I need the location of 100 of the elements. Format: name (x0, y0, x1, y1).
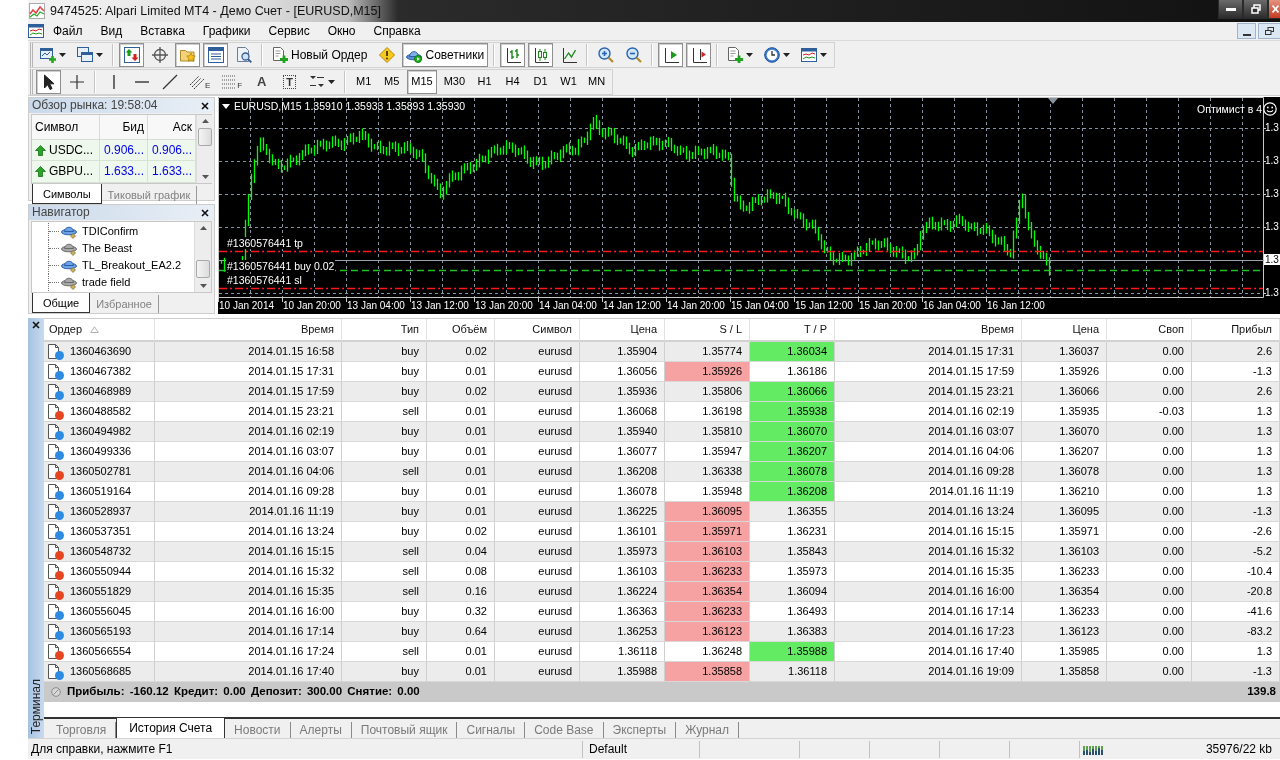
table-cell: eurusd (495, 362, 580, 382)
table-cell: -0.03 (1107, 402, 1192, 422)
horizontal-line-icon (134, 81, 149, 83)
minimize-button[interactable] (1218, 0, 1243, 19)
table-cell: buy (342, 422, 427, 442)
restore-button[interactable] (1258, 23, 1280, 39)
triangle-marker-icon[interactable] (1048, 98, 1058, 104)
scrollbar[interactable] (194, 222, 211, 292)
document-plus-icon (727, 47, 744, 63)
table-cell: 1.36208 (750, 482, 835, 502)
table-cell: 0.00 (1107, 622, 1192, 642)
candlestick-button[interactable] (528, 43, 554, 67)
menu-item[interactable]: Графики (193, 23, 260, 39)
cursor-button[interactable] (36, 70, 61, 94)
column-header[interactable]: Символ (32, 115, 100, 140)
table-cell: 2014.01.16 03:07 (835, 422, 1022, 442)
app-icon (29, 3, 45, 19)
minimize-button[interactable] (1237, 23, 1256, 39)
column-header[interactable]: Время (155, 319, 342, 342)
experts-button[interactable]: Советники (402, 43, 489, 67)
table-cell: 1.36233 (665, 562, 750, 582)
close-button[interactable] (199, 101, 211, 110)
caret-icon (746, 53, 754, 57)
table-cell: buy (342, 342, 427, 362)
column-header[interactable]: Цена (1022, 319, 1107, 342)
column-header[interactable]: T / P (750, 319, 835, 342)
table-cell: 2014.01.15 23:21 (155, 402, 342, 422)
column-header[interactable]: S / L (665, 319, 750, 342)
close-icon (201, 101, 209, 110)
tab[interactable]: История Счета (116, 718, 226, 739)
symbol-name: GBPU... (49, 164, 93, 179)
column-header[interactable]: Аск (148, 115, 196, 140)
table-cell: 0.02 (427, 382, 495, 402)
tree-item[interactable]: The Beast (61, 241, 133, 256)
new-order-button[interactable]: Новый Ордер (268, 43, 372, 67)
menu-item[interactable]: Вставка (131, 23, 194, 39)
time-label: 16 Jan 12:00 (987, 300, 1045, 312)
timeframe-button[interactable]: H1 (472, 70, 498, 94)
table-cell: eurusd (495, 662, 580, 682)
table-cell: 1.36078 (1022, 462, 1107, 482)
signal-bars-icon (1083, 743, 1105, 755)
timeframe-button[interactable]: D1 (528, 70, 554, 94)
table-cell: 1.36118 (580, 642, 665, 662)
restore-button[interactable] (1243, 0, 1268, 19)
order-number: 1360551829 (70, 584, 132, 599)
table-cell: 2014.01.15 17:59 (835, 362, 1022, 382)
column-header[interactable]: Ордер (44, 319, 155, 342)
timeframe-button[interactable]: M15 (407, 70, 437, 94)
column-header[interactable]: Тип (342, 319, 427, 342)
tab[interactable]: Символы (32, 184, 102, 204)
tree-item[interactable]: TDIConfirm (61, 224, 139, 239)
auto-scroll-button[interactable] (686, 43, 712, 67)
close-button[interactable] (1268, 0, 1280, 19)
table-cell: buy (342, 482, 427, 502)
column-header[interactable]: Прибыл (1192, 319, 1280, 342)
menu-item[interactable]: Файл (44, 23, 92, 39)
column-header[interactable]: Бид (100, 115, 148, 140)
tab[interactable]: Избранное (90, 295, 159, 313)
terminal-button[interactable] (203, 43, 228, 67)
column-header[interactable]: Своп (1107, 319, 1192, 342)
table-cell: sell (342, 642, 427, 662)
menu-item[interactable]: Вид (91, 23, 132, 39)
column-header[interactable]: Цена (580, 319, 665, 342)
menu-item[interactable]: Окно (318, 23, 365, 39)
table-cell: 2014.01.16 11:19 (835, 482, 1022, 502)
tab[interactable]: Общие (32, 293, 91, 313)
table-cell: 1.36123 (665, 622, 750, 642)
scrollbar[interactable] (196, 115, 213, 183)
column-header[interactable]: Объём (427, 319, 495, 342)
text-tool-button[interactable]: A (249, 70, 275, 94)
column-header[interactable]: Символ (495, 319, 580, 342)
timeframe-button[interactable]: M5 (379, 70, 405, 94)
chart-shift-button[interactable] (658, 43, 684, 67)
table-cell: 0.00 (1107, 482, 1192, 502)
timeframe-button[interactable]: MN (584, 70, 610, 94)
market-watch-button[interactable] (119, 43, 144, 67)
scroll-thumb[interactable] (196, 260, 210, 278)
tree-item[interactable]: trade field (61, 275, 131, 290)
text-label-button[interactable]: T (277, 70, 303, 94)
fibonacci-button[interactable]: F (217, 70, 247, 94)
timeframe-button[interactable]: H4 (500, 70, 526, 94)
close-button[interactable] (199, 208, 211, 217)
column-header[interactable]: Время (835, 319, 1022, 342)
channel-button[interactable]: E (185, 70, 215, 94)
close-button[interactable] (30, 321, 42, 329)
table-cell: 0.02 (427, 342, 495, 362)
table-cell: sell (342, 462, 427, 482)
timeframe-button[interactable]: M1 (351, 70, 377, 94)
scroll-thumb[interactable] (198, 128, 212, 146)
menu-item[interactable]: Справка (364, 23, 430, 39)
timeframe-button[interactable]: M30 (439, 70, 470, 94)
menu-item[interactable]: Сервис (259, 23, 319, 39)
document-plus-icon (272, 47, 288, 63)
table-cell: 0.04 (427, 542, 495, 562)
tree-item[interactable]: TL_Breakout_EA2.2 (61, 258, 182, 273)
bar-chart-button[interactable] (500, 43, 526, 67)
table-cell: 1.36233 (1022, 602, 1107, 622)
price-label: 1.3 (1265, 221, 1279, 232)
timeframe-button[interactable]: W1 (556, 70, 582, 94)
table-cell: eurusd (495, 542, 580, 562)
